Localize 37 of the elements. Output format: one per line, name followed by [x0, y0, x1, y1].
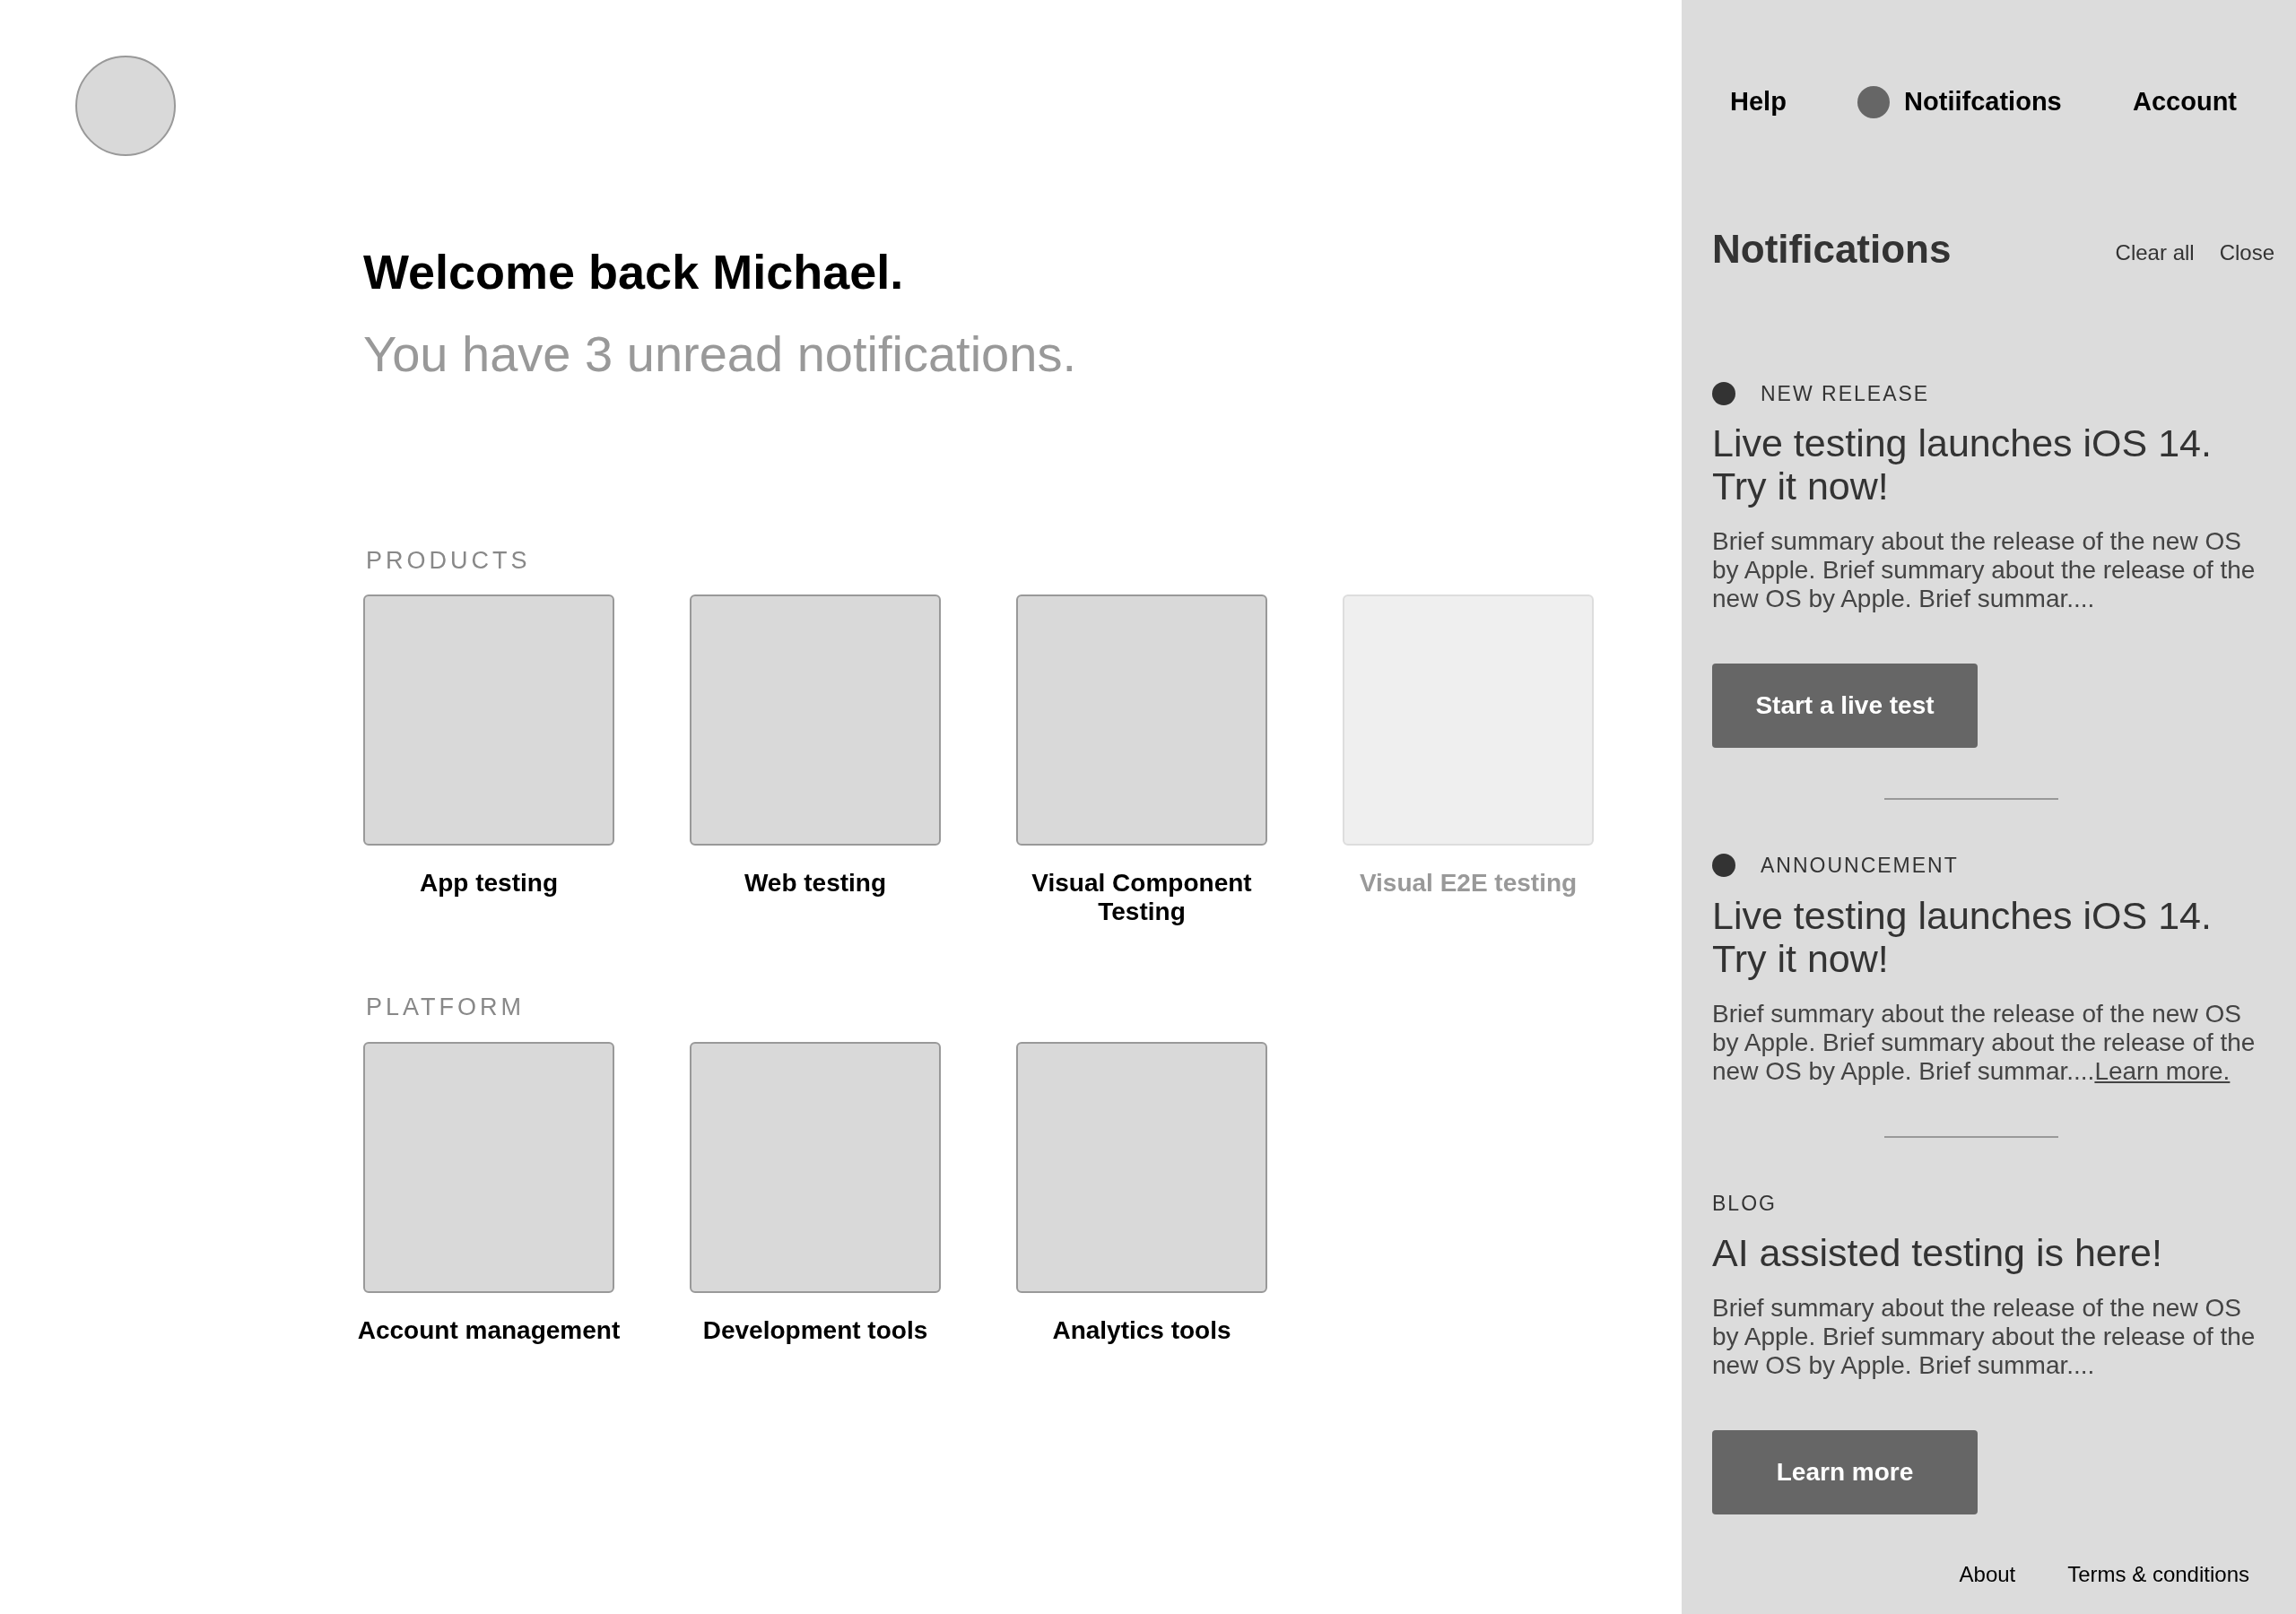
tile-label: Web testing	[743, 869, 888, 898]
product-tile[interactable]	[363, 594, 614, 846]
tile-label: Analytics tools	[1051, 1315, 1232, 1345]
nav-link[interactable]: Account	[2133, 82, 2237, 122]
footer-link[interactable]: About	[1959, 1558, 2016, 1591]
tile-label: Account management	[356, 1315, 622, 1345]
tile-label: App testing	[419, 869, 559, 898]
product-tile[interactable]	[363, 1041, 614, 1293]
notification-button[interactable]: Start a live test	[1712, 664, 1978, 748]
panel-action-link[interactable]: Close	[2219, 236, 2274, 269]
section-label: PLATFORM	[366, 993, 526, 1022]
notification-button[interactable]: Learn more	[1712, 1430, 1978, 1514]
notification-summary: Brief summary about the release of the new OS by Apple. Brief summary about the release of the new OS by Apple. Brief summar....	[1712, 527, 2257, 613]
notification-title: Live testing launches iOS 14. Try it now!	[1712, 421, 2213, 508]
notification-category: NEW RELEASE	[1761, 380, 1930, 407]
notification-title: Live testing launches iOS 14. Try it now!	[1712, 893, 2213, 980]
notification-title: AI assisted testing is here!	[1712, 1231, 2163, 1274]
product-tile[interactable]	[690, 1041, 941, 1293]
product-tile[interactable]	[690, 594, 941, 846]
learn-more-link[interactable]: Learn more.	[2094, 1056, 2231, 1085]
notification-summary: Brief summary about the release of the new OS by Apple. Brief summary about the release of the new OS by Apple. Brief summar....	[1712, 1294, 2257, 1380]
tile-label: Visual E2E testing	[1358, 869, 1578, 898]
panel-title: Notifications	[1712, 229, 1952, 269]
welcome-subtitle: You have 3 unread notifications.	[363, 324, 1077, 384]
notification-category: ANNOUNCEMENT	[1761, 853, 1959, 879]
notification-summary: Brief summary about the release of the new OS by Apple. Brief summary about the release of the new OS by Apple. Brief summar....Learn more.	[1712, 999, 2257, 1086]
tile-label: Visual Component Testing	[1031, 869, 1253, 926]
product-tile[interactable]	[1016, 594, 1267, 846]
product-tile[interactable]	[1016, 1041, 1267, 1293]
nav-link[interactable]: Notiifcations	[1904, 82, 2062, 122]
panel-action-link[interactable]: Clear all	[2115, 236, 2195, 269]
welcome-heading: Welcome back Michael.	[363, 244, 905, 300]
nav-link[interactable]: Help	[1730, 82, 1787, 122]
footer-link[interactable]: Terms & conditions	[2067, 1558, 2249, 1591]
tile-label: Development tools	[701, 1315, 929, 1345]
section-label: PRODUCTS	[366, 545, 532, 576]
notification-category: BLOG	[1712, 1190, 1777, 1217]
